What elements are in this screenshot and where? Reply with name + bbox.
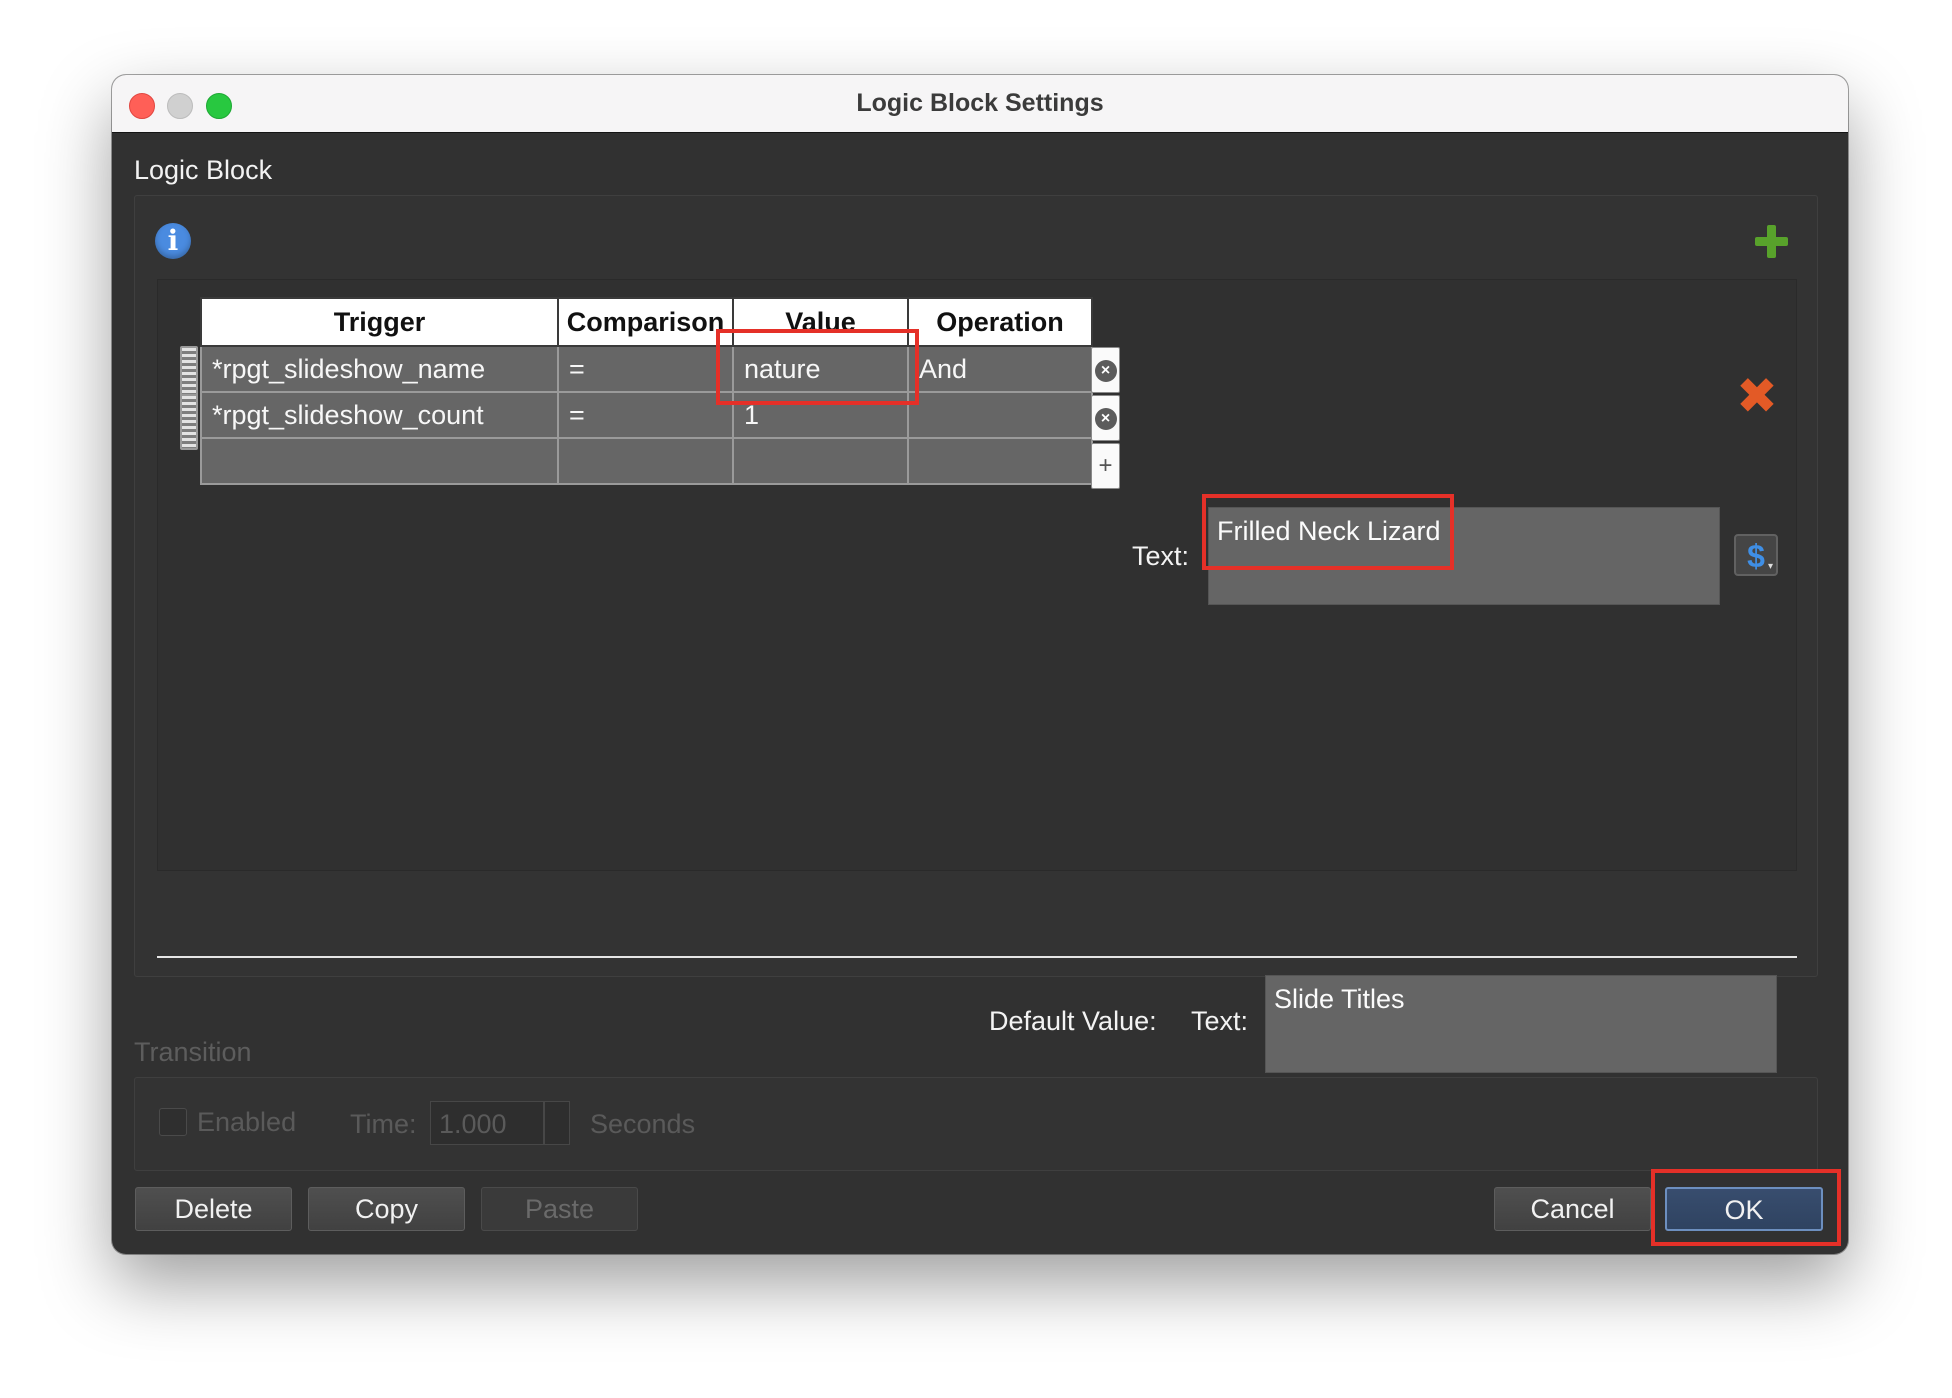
text-field[interactable]: Frilled Neck Lizard	[1208, 507, 1720, 605]
operation-cell[interactable]	[907, 391, 1093, 439]
copy-button[interactable]: Copy	[308, 1187, 465, 1231]
value-cell[interactable]: 1	[732, 391, 909, 439]
circle-x-icon: ×	[1094, 359, 1117, 382]
table-row: *rpgt_slideshow_name = nature And	[200, 345, 1093, 393]
column-header-operation[interactable]: Operation	[907, 297, 1093, 347]
default-text-label: Text:	[1191, 1006, 1249, 1036]
add-logic-block-plus-icon[interactable]	[1753, 223, 1789, 259]
table-row: *rpgt_slideshow_count = 1	[200, 391, 1093, 439]
variable-insert-button[interactable]: $ ▾	[1734, 534, 1778, 576]
time-input[interactable]: 1.000	[430, 1101, 544, 1145]
trigger-cell[interactable]	[200, 437, 559, 485]
comparison-cell[interactable]: =	[557, 345, 734, 393]
time-stepper[interactable]	[544, 1101, 570, 1145]
info-icon[interactable]: i	[155, 223, 191, 259]
logic-block-settings-window: Logic Block Settings Logic Block i Defau…	[112, 75, 1848, 1254]
trigger-cell[interactable]: *rpgt_slideshow_count	[200, 391, 559, 439]
remove-row-button[interactable]: ×	[1091, 395, 1120, 441]
empty-table-row	[200, 437, 1093, 485]
default-value-separator	[157, 956, 1797, 958]
enabled-checkbox[interactable]	[159, 1108, 187, 1136]
seconds-label: Seconds	[590, 1109, 696, 1139]
comparison-cell[interactable]	[557, 437, 734, 485]
value-cell[interactable]	[732, 437, 909, 485]
window-title: Logic Block Settings	[856, 89, 1104, 117]
operation-cell[interactable]: And	[907, 345, 1093, 393]
value-cell[interactable]: nature	[732, 345, 909, 393]
transition-section-label: Transition	[134, 1037, 252, 1067]
operation-cell[interactable]	[907, 437, 1093, 485]
conditions-table: Trigger Comparison Value Operation *rpgt…	[200, 297, 1093, 485]
circle-x-icon: ×	[1094, 407, 1117, 430]
trigger-cell[interactable]: *rpgt_slideshow_name	[200, 345, 559, 393]
time-label: Time:	[350, 1109, 417, 1139]
cancel-button[interactable]: Cancel	[1494, 1187, 1651, 1231]
row-drag-handle-icon[interactable]	[180, 394, 198, 450]
dollar-icon: $	[1747, 538, 1765, 574]
column-header-value[interactable]: Value	[732, 297, 909, 347]
ok-button[interactable]: OK	[1665, 1187, 1823, 1231]
dropdown-caret-icon: ▾	[1767, 561, 1773, 572]
default-value-label: Default Value:	[989, 1006, 1157, 1036]
add-row-button[interactable]: +	[1091, 443, 1120, 489]
column-header-trigger[interactable]: Trigger	[200, 297, 559, 347]
logic-block-section-label: Logic Block	[134, 155, 273, 185]
default-text-field[interactable]: Slide Titles	[1265, 975, 1777, 1073]
comparison-cell[interactable]: =	[557, 391, 734, 439]
column-header-comparison[interactable]: Comparison	[557, 297, 734, 347]
table-header-row: Trigger Comparison Value Operation	[200, 297, 1093, 347]
paste-button[interactable]: Paste	[481, 1187, 638, 1231]
delete-button[interactable]: Delete	[135, 1187, 292, 1231]
remove-row-button[interactable]: ×	[1091, 347, 1120, 393]
delete-block-x-icon[interactable]: ✖	[1736, 371, 1778, 421]
plus-icon: +	[1098, 452, 1113, 479]
title-bar: Logic Block Settings	[112, 75, 1848, 133]
enabled-label: Enabled	[197, 1107, 297, 1137]
text-label: Text:	[1132, 541, 1190, 571]
